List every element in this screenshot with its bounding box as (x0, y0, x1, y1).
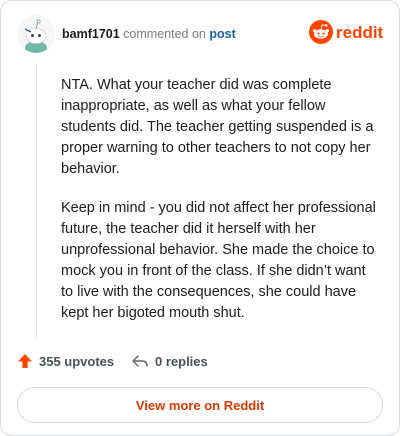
upvotes[interactable]: 355 upvotes (17, 353, 114, 369)
upvote-arrow-icon (18, 354, 32, 368)
comment-paragraph-2: Keep in mind - you did not affect her pr… (61, 200, 376, 321)
reddit-wordmark: reddit (336, 23, 383, 42)
user-avatar[interactable] (17, 15, 55, 53)
replies[interactable]: 0 replies (131, 353, 208, 369)
comment-embed-card: bamf1701 commented on post reddit NTA. W… (0, 0, 400, 436)
comment-meta: bamf1701 commented on post (62, 27, 236, 41)
thread-line (36, 63, 37, 338)
action-text: commented on (123, 27, 206, 41)
username-link[interactable]: bamf1701 (62, 27, 120, 41)
reddit-logo-icon: reddit (309, 20, 383, 44)
snoo-avatar-icon (17, 15, 55, 53)
comment-header: bamf1701 commented on post reddit (17, 15, 383, 55)
upvotes-count: 355 upvotes (39, 353, 115, 369)
replies-count: 0 replies (155, 353, 208, 369)
post-link[interactable]: post (209, 27, 235, 41)
reply-arrow-icon (132, 355, 148, 367)
view-more-button[interactable]: View more on Reddit (17, 387, 383, 423)
comment-body: NTA. What your teacher did was complete … (61, 75, 379, 342)
comment-paragraph-1: NTA. What your teacher did was complete … (61, 77, 374, 177)
reddit-logo[interactable]: reddit (309, 19, 383, 45)
